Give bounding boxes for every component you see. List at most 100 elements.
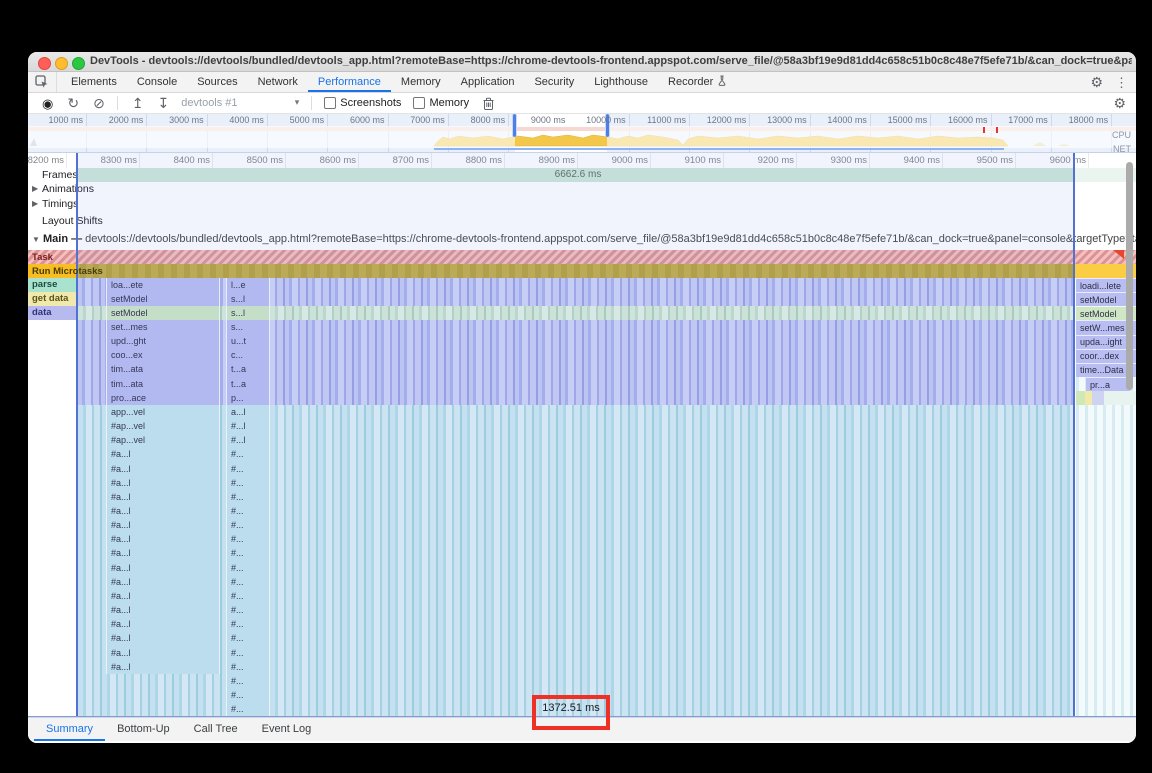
flame-entry[interactable]: #... — [226, 660, 270, 674]
capture-settings-gear-icon[interactable]: ⚙ — [1113, 96, 1126, 110]
flame-row-right[interactable] — [1076, 660, 1136, 674]
flame-entry[interactable]: #a...l — [106, 618, 220, 632]
flame-entry[interactable]: setModel — [106, 306, 220, 320]
tab-performance[interactable]: Performance — [308, 72, 391, 92]
flame-entry[interactable]: #a...l — [106, 462, 220, 476]
run-microtasks-bar[interactable] — [28, 264, 1074, 278]
flame-row-right[interactable] — [1076, 674, 1136, 688]
flame-row[interactable]: get datasetModels...lsetModel — [28, 292, 1136, 306]
flame-row-right[interactable] — [1076, 575, 1136, 589]
flame-entry[interactable]: #... — [226, 533, 270, 547]
flame-entry[interactable]: pro...ace — [106, 391, 220, 405]
flame-entry[interactable]: p... — [226, 391, 270, 405]
flame-entry[interactable]: coo...ex — [106, 349, 220, 363]
minimize-window-button[interactable] — [55, 57, 68, 70]
flame-entry[interactable]: #a...l — [106, 646, 220, 660]
bottom-tab-bottom-up[interactable]: Bottom-Up — [105, 718, 182, 741]
frames-track[interactable]: 6662.6 ms Frames — [28, 168, 1136, 182]
flame-entry[interactable]: tim...ata — [106, 377, 220, 391]
flame-row-right[interactable] — [1076, 646, 1136, 660]
flame-entry[interactable]: #... — [226, 547, 270, 561]
flame-row-right[interactable] — [1076, 533, 1136, 547]
flame-entry[interactable]: #... — [226, 674, 270, 688]
flame-entry[interactable]: loa...ete — [106, 278, 220, 292]
flame-row[interactable]: #a...l #... — [28, 519, 1136, 533]
flame-entry[interactable]: #... — [226, 476, 270, 490]
flame-row[interactable]: #a...l#... — [28, 660, 1136, 674]
flame-row[interactable]: #a...l #... — [28, 462, 1136, 476]
flame-row[interactable]: upd...ghtu...tupda...ight — [28, 335, 1136, 349]
expand-arrow-icon[interactable]: ▶ — [32, 184, 38, 193]
flame-row[interactable]: #a...l#... — [28, 618, 1136, 632]
flame-entry[interactable]: #... — [226, 589, 270, 603]
flame-entry[interactable]: u...t — [226, 335, 270, 349]
animations-track[interactable]: ▶ Animations — [28, 182, 1136, 197]
flame-row[interactable]: #a...l#... — [28, 575, 1136, 589]
flame-entry[interactable]: s...l — [226, 292, 270, 306]
close-window-button[interactable] — [38, 57, 51, 70]
flame-row-right[interactable] — [1076, 547, 1136, 561]
timings-track[interactable]: ▶ Timings — [28, 197, 1136, 212]
flame-entry[interactable]: s...l — [226, 306, 270, 320]
flame-row-right[interactable] — [1076, 391, 1136, 405]
trash-icon[interactable] — [483, 97, 494, 110]
flame-entry[interactable]: #... — [226, 505, 270, 519]
flame-entry[interactable]: app...vel — [106, 405, 220, 419]
reload-and-record-button[interactable]: ↻ — [67, 96, 79, 110]
profile-select[interactable]: devtools #1 ▾ — [181, 97, 299, 109]
record-button[interactable]: ◉ — [42, 97, 53, 110]
flame-entry[interactable]: #... — [226, 490, 270, 504]
flame-row[interactable]: tim...atat...atime...Data — [28, 363, 1136, 377]
load-profile-icon[interactable]: ↥ — [132, 96, 144, 110]
memory-checkbox[interactable] — [413, 97, 425, 109]
flame-entry[interactable]: #ap...vel — [106, 420, 220, 434]
collapse-arrow-icon[interactable]: ▼ — [32, 235, 40, 244]
flame-entry[interactable]: #... — [226, 646, 270, 660]
flame-row[interactable]: app...vela...l — [28, 405, 1136, 419]
flame-row[interactable]: #ap...vel#...l — [28, 434, 1136, 448]
clear-button[interactable]: ⊘ — [93, 96, 105, 110]
flame-row-right[interactable] — [1076, 405, 1136, 419]
flame-entry[interactable]: #ap...vel — [106, 434, 220, 448]
flame-row-right[interactable] — [1076, 420, 1136, 434]
bottom-tab-event-log[interactable]: Event Log — [250, 718, 324, 741]
screenshots-label[interactable]: Screenshots — [340, 97, 401, 109]
flame-entry[interactable]: tim...ata — [106, 363, 220, 377]
timeline-overview[interactable]: 1000 ms2000 ms3000 ms4000 ms5000 ms6000 … — [28, 114, 1136, 153]
flame-row[interactable]: set...mess...setW...mes — [28, 320, 1136, 334]
tab-lighthouse[interactable]: Lighthouse — [584, 72, 658, 92]
flame-row[interactable]: parseloa...etel...eloadi...lete — [28, 278, 1136, 292]
bottom-tab-call-tree[interactable]: Call Tree — [182, 718, 250, 741]
flame-row-right[interactable] — [1076, 505, 1136, 519]
flame-row[interactable]: pro...ace p... — [28, 391, 1136, 405]
flame-row[interactable]: #a...l#... — [28, 547, 1136, 561]
flame-row-right[interactable] — [1076, 689, 1136, 703]
flame-row[interactable]: #a...l#... — [28, 604, 1136, 618]
memory-label[interactable]: Memory — [429, 97, 469, 109]
flame-row[interactable]: #a...l#... — [28, 589, 1136, 603]
flame-entry[interactable]: #... — [226, 462, 270, 476]
range-end-line[interactable] — [1073, 153, 1075, 717]
flame-row-right[interactable] — [1076, 434, 1136, 448]
flame-entry[interactable]: #... — [226, 689, 270, 703]
flame-row[interactable]: #a...l#... — [28, 561, 1136, 575]
tab-application[interactable]: Application — [451, 72, 525, 92]
maximize-window-button[interactable] — [72, 57, 85, 70]
flame-entry[interactable]: upd...ght — [106, 335, 220, 349]
flame-row[interactable]: #a...l#... — [28, 490, 1136, 504]
flame-row[interactable]: #a...l #... — [28, 646, 1136, 660]
flame-entry[interactable]: #a...l — [106, 505, 220, 519]
tab-network[interactable]: Network — [248, 72, 308, 92]
kebab-menu-icon[interactable]: ⋮ — [1115, 76, 1128, 89]
flame-entry[interactable]: #... — [226, 519, 270, 533]
tab-recorder[interactable]: Recorder — [658, 72, 737, 92]
flame-entry[interactable]: #... — [226, 561, 270, 575]
flame-row[interactable]: #a...l #... — [28, 476, 1136, 490]
flame-entry[interactable]: #a...l — [106, 476, 220, 490]
flame-entry-label-pinned[interactable]: data — [28, 306, 76, 320]
flame-row-right[interactable] — [1076, 604, 1136, 618]
flame-entry[interactable]: set...mes — [106, 320, 220, 334]
flame-entry[interactable]: s... — [226, 320, 270, 334]
flame-row-right[interactable] — [1076, 561, 1136, 575]
flame-entry[interactable]: #a...l — [106, 519, 220, 533]
